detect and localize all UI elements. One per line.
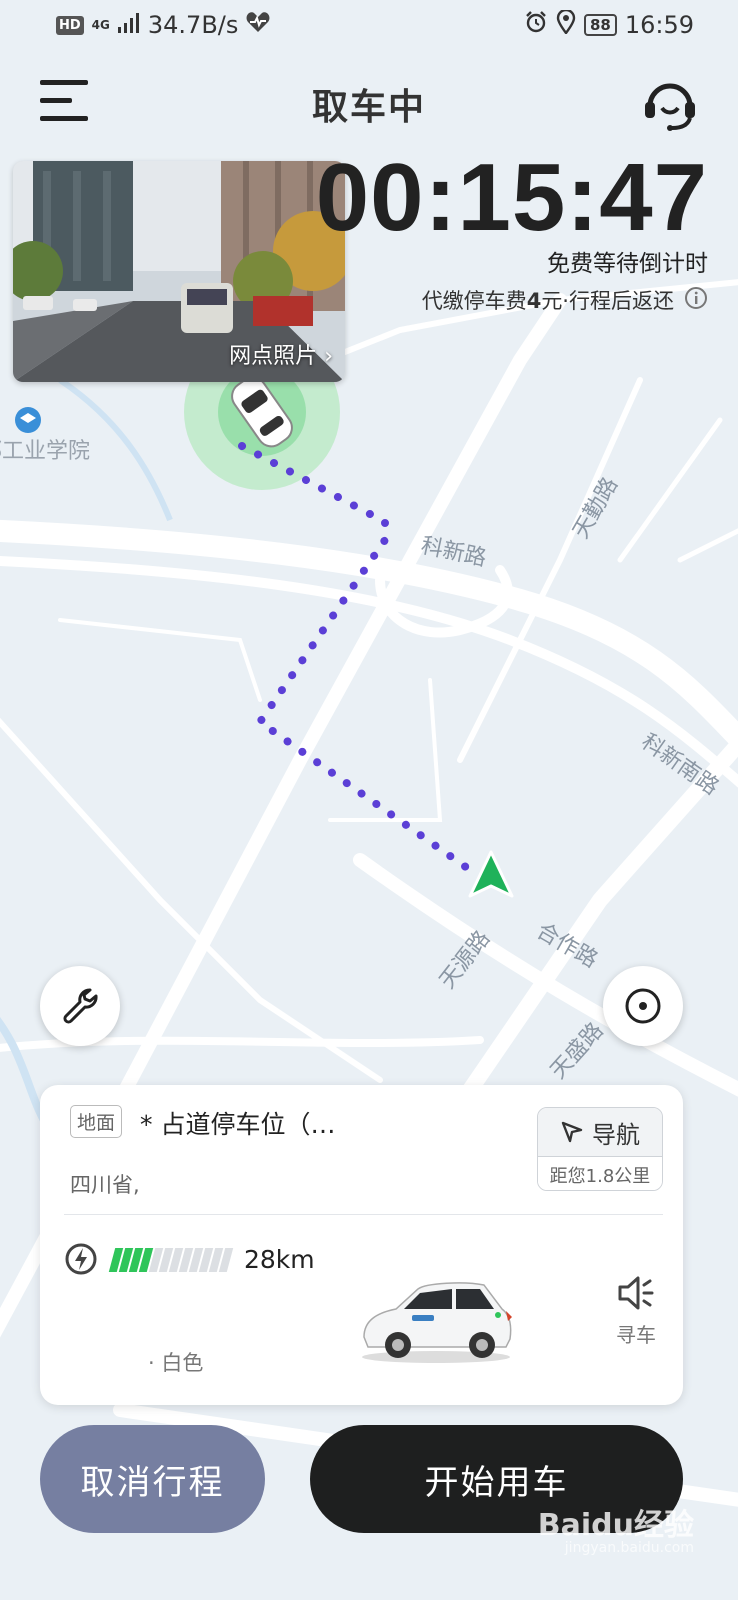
- station-info-card: 地面 * 占道停车位（… 四川省, 导航 距您1.8公里 28km · 白色 寻…: [40, 1085, 683, 1405]
- parking-fee-suffix: 元·行程后返还: [541, 289, 674, 313]
- navigation-distance: 距您1.8公里: [538, 1156, 662, 1190]
- station-name: * 占道停车位（…: [140, 1110, 336, 1139]
- parking-fee-note: 代缴停车费4元·行程后返还: [422, 285, 708, 315]
- status-bar: HD 4G 34.7B/s 88 16:59: [0, 0, 738, 50]
- parking-fee-prefix: 代缴停车费: [421, 289, 527, 313]
- baidu-watermark-url: jingyan.baidu.com: [564, 1540, 694, 1556]
- baidu-watermark: Baidu经验: [537, 1508, 694, 1543]
- location-icon: [556, 8, 576, 40]
- alarm-icon: [524, 10, 548, 40]
- navigation-label: 导航: [592, 1120, 640, 1149]
- station-photo-label-text: 网点照片: [229, 344, 318, 369]
- poi-label: 郡工业学院: [0, 439, 90, 464]
- card-divider: [64, 1214, 663, 1215]
- parking-type-tag: 地面: [70, 1105, 123, 1138]
- cancel-trip-button[interactable]: 取消行程: [40, 1425, 265, 1533]
- clock: 16:59: [624, 11, 694, 39]
- heart-icon: [246, 11, 270, 39]
- navigation-button[interactable]: 导航 距您1.8公里: [537, 1107, 663, 1191]
- station-photo-card[interactable]: 网点照片 ›: [13, 161, 345, 382]
- signal-icon: [117, 11, 140, 39]
- chevron-right-icon: ›: [324, 344, 333, 369]
- navigation-arrow-icon: [561, 1121, 583, 1143]
- countdown-timer: 00:15:47: [315, 144, 708, 251]
- find-car-label: 寻车: [616, 1323, 656, 1347]
- page-title: 取车中: [311, 87, 426, 128]
- status-left: HD 4G 34.7B/s: [56, 11, 270, 39]
- wrench-icon: [63, 988, 98, 1024]
- hd-badge: HD: [56, 15, 84, 35]
- car-color: · 白色: [148, 1351, 204, 1375]
- parking-fee-text: 代缴停车费4元·行程后返还: [422, 285, 674, 315]
- locate-me-button[interactable]: [603, 966, 683, 1046]
- status-right: 88 16:59: [524, 8, 694, 40]
- parking-fee-amount: 4: [526, 289, 542, 313]
- locate-icon: [625, 988, 661, 1024]
- remaining-range: 28km: [244, 1245, 315, 1274]
- header: 取车中: [0, 68, 738, 138]
- customer-service-button[interactable]: [640, 74, 700, 134]
- station-address: 四川省,: [70, 1173, 140, 1197]
- countdown-note: 免费等待倒计时: [547, 251, 708, 277]
- battery-indicator: 88: [583, 14, 617, 36]
- info-icon[interactable]: [684, 286, 708, 315]
- service-tools-button[interactable]: [40, 966, 120, 1046]
- app-root: 科新路 科新南路 天勤路 天源路 合作路 天盛路 郡工业学院 HD 4G: [0, 0, 738, 1600]
- network-type: 4G: [91, 18, 110, 32]
- find-car-button[interactable]: 寻车: [606, 1275, 666, 1348]
- battery-level-bar: [108, 1248, 234, 1272]
- navigation-button-top: 导航: [538, 1108, 662, 1156]
- speaker-icon: [618, 1276, 654, 1310]
- headset-icon: [645, 83, 695, 131]
- station-photo-label: 网点照片 ›: [229, 338, 333, 370]
- car-image: [362, 1282, 512, 1363]
- charging-bolt-icon: [65, 1243, 97, 1275]
- network-speed: 34.7B/s: [147, 11, 239, 39]
